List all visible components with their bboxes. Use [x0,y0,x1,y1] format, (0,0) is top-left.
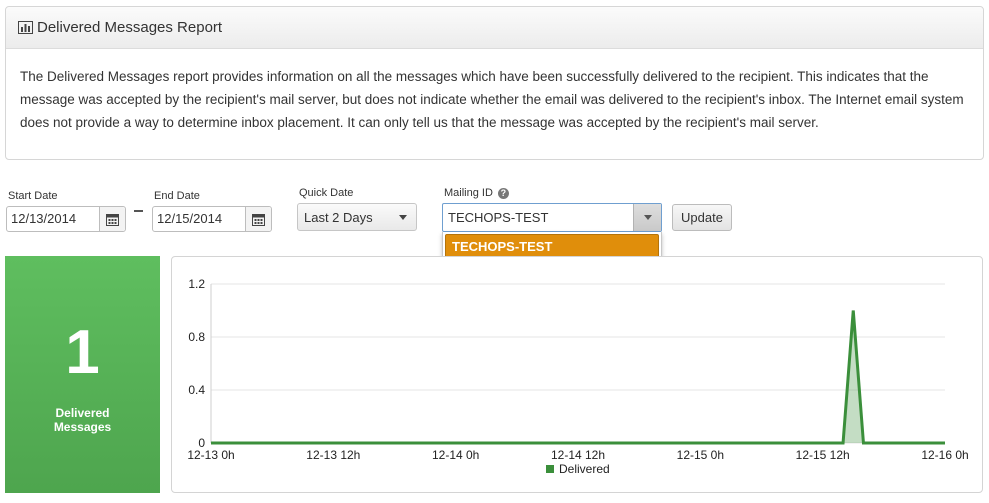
x-tick-label: 12-13 12h [306,448,360,462]
x-tick-label: 12-14 12h [551,448,605,462]
series-area [211,310,945,443]
mailing-id-value[interactable]: TECHOPS-TEST [443,204,633,231]
page-title: Delivered Messages Report [37,19,223,36]
date-range-separator [134,210,143,212]
mailing-id-label-group: Mailing ID ? [444,187,509,199]
y-tick-label: 0.4 [188,383,205,397]
delivered-count-tile: 1 Delivered Messages [5,256,160,493]
quick-date-select[interactable]: Last 2 Days [297,203,417,231]
y-tick-label: 0.8 [188,330,205,344]
quick-date-value[interactable]: Last 2 Days [304,210,373,225]
x-tick-label: 12-15 12h [796,448,850,462]
x-tick-label: 12-16 0h [921,448,968,462]
report-panel: Delivered Messages Report The Delivered … [5,6,984,160]
legend-label: Delivered [559,462,610,476]
panel-header: Delivered Messages Report [6,7,983,49]
report-description: The Delivered Messages report provides i… [20,69,964,130]
end-date-label: End Date [154,190,200,202]
dropdown-toggle[interactable] [633,204,661,231]
start-date-label: Start Date [8,190,58,202]
chevron-down-icon[interactable] [643,215,652,220]
mailing-id-label: Mailing ID [444,187,493,199]
calendar-icon[interactable] [245,207,271,231]
delivered-count: 1 [65,318,100,387]
series-line [211,310,945,445]
calendar-icon[interactable] [99,207,125,231]
chevron-down-icon[interactable] [399,215,407,220]
bar-chart-icon [18,21,33,34]
quick-date-label: Quick Date [299,187,354,199]
chart-panel: 0 0.4 0.8 1.2 12-13 0h 12-13 12h 12-14 0h 12-14… [171,256,983,493]
x-tick-label: 12-15 0h [677,448,724,462]
end-date-field[interactable]: 12/15/2014 [152,206,272,232]
delivered-count-label: Delivered Messages [53,406,112,434]
dropdown-option[interactable]: TECHOPS-TEST [445,234,659,258]
start-date-value[interactable]: 12/13/2014 [7,207,99,231]
end-date-value[interactable]: 12/15/2014 [153,207,245,231]
mailing-id-select[interactable]: TECHOPS-TEST [442,203,662,232]
help-icon[interactable]: ? [497,187,509,199]
y-tick-label: 1.2 [188,277,205,291]
update-button[interactable]: Update [672,204,732,231]
start-date-field[interactable]: 12/13/2014 [6,206,126,232]
delivered-chart: 00.40.81.212-13 0h 12-13 12h 12-14 0h 12-14… [187,277,968,476]
x-tick-label: 12-13 0h [187,448,234,462]
legend-swatch [546,465,554,473]
x-tick-label: 12-14 0h [432,448,479,462]
